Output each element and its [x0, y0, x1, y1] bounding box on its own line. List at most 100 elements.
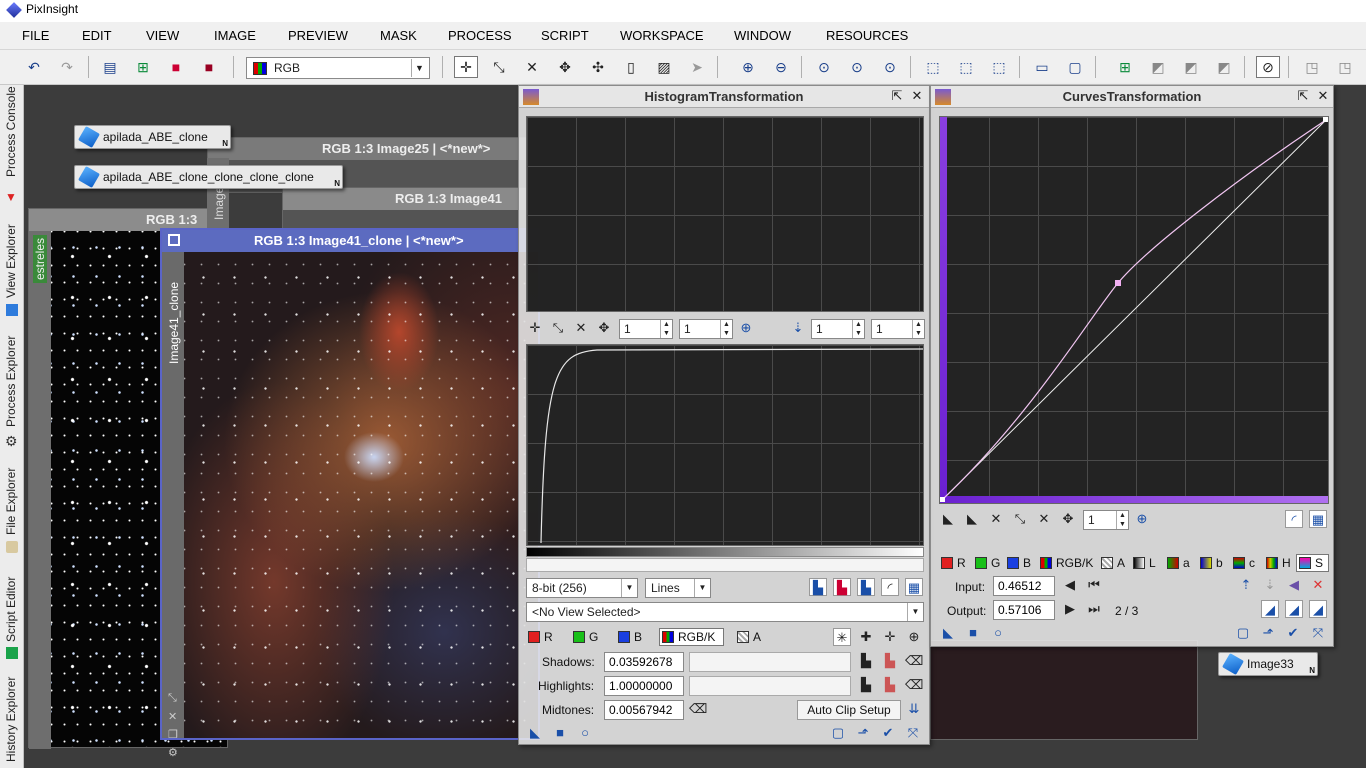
zoom-fit-icon[interactable]: ⤡ [1011, 510, 1029, 528]
channel-g[interactable]: G [573, 630, 598, 644]
mask-new-icon[interactable]: ⊞ [1113, 56, 1137, 78]
pan-icon[interactable]: ✥ [553, 56, 577, 78]
output-slider[interactable] [526, 558, 924, 572]
pointer-icon[interactable]: ◣ [939, 510, 957, 528]
apply-check-icon[interactable]: ✔ [1284, 624, 1302, 642]
grid-icon[interactable]: ▦ [905, 578, 923, 596]
window-maximize-icon[interactable]: ▢ [1063, 56, 1087, 78]
curve-control-point[interactable] [1115, 280, 1121, 286]
crosshair-icon[interactable]: ✛ [526, 319, 544, 337]
expand-icon[interactable]: ✛ [881, 628, 899, 646]
shadows-field[interactable]: 0.03592678 [604, 652, 684, 672]
reset-icon[interactable]: ▢ [829, 724, 847, 742]
mask-remove-icon[interactable]: ◩ [1179, 56, 1203, 78]
apply-global-icon[interactable]: ■ [964, 624, 982, 642]
linear-icon[interactable]: ◢ [1309, 600, 1327, 618]
akima-icon[interactable]: ◢ [1261, 600, 1279, 618]
first-point-icon[interactable]: ⏮ [1085, 576, 1103, 594]
view-tab-image41-clone[interactable]: Image41_clone [167, 282, 181, 364]
graph-mode-icon[interactable]: ▙ [857, 578, 875, 596]
curves-channel-rgbk[interactable]: RGB/K [1040, 556, 1093, 570]
new-instance-icon[interactable]: ◣ [939, 624, 957, 642]
window-background-image[interactable] [930, 640, 1198, 740]
shade-icon[interactable]: ⇱ [1295, 88, 1311, 104]
highlights-field[interactable]: 1.00000000 [604, 676, 684, 696]
hzoom-spin[interactable]: 1 ▲ ▼ [619, 319, 673, 339]
pointer-icon[interactable]: ➤ [685, 56, 709, 78]
fit-icon[interactable]: ✕ [1035, 510, 1053, 528]
histogram-output-canvas[interactable] [526, 344, 924, 546]
fit-view-icon[interactable]: ✕ [520, 56, 544, 78]
reset-all-icon[interactable]: ⤧ [1309, 624, 1327, 642]
channel-b[interactable]: B [618, 630, 642, 644]
undo-icon[interactable]: ↶ [22, 56, 46, 78]
shadows-slider[interactable] [689, 652, 851, 672]
zoom-icon[interactable]: ⊕ [737, 319, 755, 337]
close-icon[interactable]: ✕ [909, 88, 925, 104]
window-restore-icon[interactable]: ▭ [1030, 56, 1054, 78]
transfer-curve-icon[interactable]: ◜ [881, 578, 899, 596]
curves-transformation-window[interactable]: CurvesTransformation ⇱ ✕ ◣ ◣ ✕ ⤡ ✕ ✥ 1 ▲ ▼… [930, 85, 1334, 647]
store-curve-icon[interactable]: ⇡ [1237, 576, 1255, 594]
reset-all-icon[interactable]: ⤧ [904, 724, 922, 742]
stf-track-icon[interactable]: ◳ [1300, 56, 1324, 78]
clip-highlights-rgb-icon[interactable]: ▙ [881, 676, 899, 694]
close-view-icon[interactable]: ✕ [168, 710, 177, 723]
invert-curve-icon[interactable]: ◀ [1285, 576, 1303, 594]
settings-icon[interactable]: ⚙ [168, 746, 178, 759]
dynamic-crop-icon[interactable]: ▨ [652, 56, 676, 78]
interpolation-icon[interactable]: ◜ [1285, 510, 1303, 528]
dock-tab-history-explorer[interactable]: History Explorer [0, 670, 24, 768]
resize-icon[interactable]: ⤡ [168, 692, 177, 705]
close-icon[interactable]: ✕ [1315, 88, 1331, 104]
menu-view[interactable]: VIEW [146, 28, 179, 43]
dock-tab-script-editor[interactable]: Script Editor [0, 560, 24, 665]
clone-view-icon[interactable]: ❐ [168, 728, 178, 741]
last-point-icon[interactable]: ⏭ [1085, 600, 1103, 618]
curves-canvas[interactable] [939, 116, 1329, 504]
reset-midtones-icon[interactable]: ⌫ [689, 700, 707, 718]
new-image-icon[interactable]: ⊞ [131, 56, 155, 78]
mask-invert-icon[interactable]: ◩ [1212, 56, 1236, 78]
preview-select-icon[interactable]: ⬚ [921, 56, 945, 78]
zoom-fit-window-icon[interactable]: ⊙ [845, 56, 869, 78]
shade-icon[interactable]: ⇱ [889, 88, 905, 104]
prev-point-icon[interactable]: ◀ [1061, 576, 1079, 594]
reset-channels-icon[interactable]: ✚ [857, 628, 875, 646]
clip-shadows-icon[interactable]: ▙ [857, 652, 875, 670]
preview-new-icon[interactable]: ⬚ [954, 56, 978, 78]
grid-icon[interactable]: ▦ [1309, 510, 1327, 528]
curves-channel-a2[interactable]: a [1167, 556, 1190, 570]
curves-channel-s[interactable]: S [1296, 554, 1330, 572]
reset-highlights-icon[interactable]: ⌫ [905, 676, 923, 694]
zoom-1-1-icon[interactable]: ⊙ [812, 56, 836, 78]
menu-script[interactable]: SCRIPT [541, 28, 589, 43]
curves-input-field[interactable]: 0.46512 [993, 576, 1055, 596]
preview-edit-icon[interactable]: ⬚ [987, 56, 1011, 78]
out-hzoom-spin[interactable]: 1 ▲ ▼ [811, 319, 865, 339]
bit-depth-combo[interactable]: 8-bit (256) ▼ [526, 578, 638, 598]
menu-window[interactable]: WINDOW [734, 28, 791, 43]
zoom-icon[interactable]: ⊕ [1133, 510, 1151, 528]
highlights-slider[interactable] [689, 676, 851, 696]
menu-workspace[interactable]: WORKSPACE [620, 28, 704, 43]
split-icon[interactable]: ⇣ [789, 319, 807, 337]
reset-icon[interactable]: ▢ [1234, 624, 1252, 642]
edit-preview-icon[interactable]: ▯ [619, 56, 643, 78]
out-vzoom-spin[interactable]: 1 ▲ ▼ [871, 319, 925, 339]
curves-channel-l[interactable]: L [1133, 556, 1156, 570]
channel-selector[interactable]: RGB ▼ [246, 57, 430, 79]
dock-tab-process-console[interactable]: Process Console ▼ [0, 85, 24, 207]
channel-r[interactable]: R [528, 630, 553, 644]
curves-channel-c[interactable]: c [1233, 556, 1255, 570]
curves-channel-b[interactable]: B [1007, 556, 1031, 570]
apply-check-icon[interactable]: ✔ [879, 724, 897, 742]
channel-icon[interactable]: ■ [164, 56, 188, 78]
compress-icon[interactable]: ✳ [833, 628, 851, 646]
select-icon[interactable]: ◣ [963, 510, 981, 528]
histogram-transformation-window[interactable]: HistogramTransformation ⇱ ✕ ✛ ⤡ ✕ ✥ 1 ▲ ▼ … [518, 85, 930, 745]
readout-mode-icon[interactable]: ✛ [454, 56, 478, 78]
window-image41-clone[interactable]: RGB 1:3 Image41_clone | <*new*> Image41_… [160, 228, 540, 759]
reset-shadows-icon[interactable]: ⌫ [905, 652, 923, 670]
mask-select-icon[interactable]: ◩ [1146, 56, 1170, 78]
